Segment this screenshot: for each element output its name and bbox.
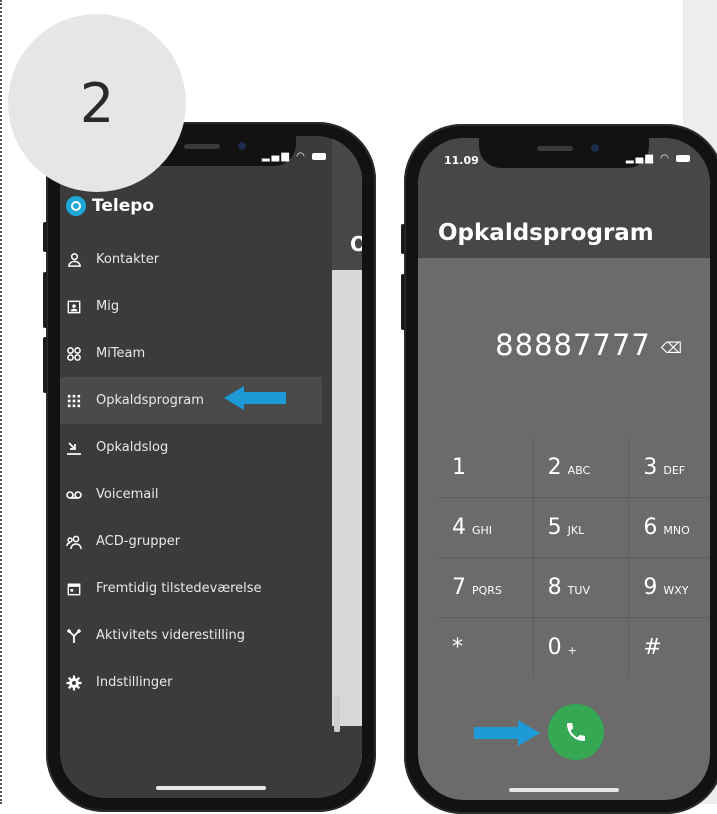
key-4[interactable]: 4 GHI [438, 498, 534, 557]
menu-item-aktivitets-viderestilling[interactable]: Aktivitets viderestilling [60, 612, 322, 659]
gear-icon [66, 675, 82, 691]
pointer-arrow-left-icon [224, 386, 286, 410]
app-behind-title: O [350, 232, 362, 256]
menu-item-acd-grupper[interactable]: ACD-grupper [60, 518, 322, 565]
logo-text: Telepo [92, 196, 155, 216]
telepo-logo: Telepo [66, 196, 154, 216]
drawer-menu: Kontakter Mig MiTeam Opkaldsprogram Opka… [60, 236, 322, 706]
menu-item-opkaldslog[interactable]: Opkaldslog [60, 424, 322, 471]
menu-label: Indstillinger [96, 675, 173, 690]
key-0[interactable]: 0 + [534, 618, 630, 677]
keypad-icon [66, 393, 82, 409]
dialed-number-display: 88887777 ⌫ [418, 328, 710, 362]
volume-down-button [43, 337, 47, 393]
page-dotted-border [0, 0, 2, 804]
menu-item-voicemail[interactable]: Voicemail [60, 471, 322, 518]
dial-keypad: 1 2 ABC 3 DEF 4 GHI 5 JKL 6 MNO 7 PQRS 8 TUV 9W… [438, 438, 710, 677]
left-phone: O ▂▄▆ ◠ Telepo Kontakter Mig MiTeam Opka… [43, 122, 376, 812]
calendar-icon [66, 581, 82, 597]
id-card-icon [66, 299, 82, 315]
key-2[interactable]: 2 ABC [534, 438, 630, 497]
voicemail-icon [66, 487, 82, 503]
status-icons: ▂▄▆ ◠ [626, 153, 690, 164]
right-phone: Opkaldsprogram 11.09 ▂▄▆ ◠ 88887777 ⌫ 1 … [401, 124, 717, 814]
menu-label: Mig [96, 299, 120, 314]
step-badge: 2 [8, 14, 186, 192]
key-8[interactable]: 8 TUV [534, 558, 630, 617]
volume-up-button [43, 272, 47, 328]
page-title: Opkaldsprogram [438, 220, 654, 246]
phone-notch [479, 138, 649, 168]
app-behind-footer [332, 726, 362, 798]
phone-icon [567, 723, 585, 741]
forward-icon [66, 628, 82, 644]
menu-label: ACD-grupper [96, 534, 181, 549]
menu-item-miteam[interactable]: MiTeam [60, 330, 322, 377]
menu-label: Opkaldslog [96, 440, 169, 455]
backspace-icon[interactable]: ⌫ [661, 339, 682, 362]
telepo-logo-icon [66, 196, 86, 216]
call-log-icon [66, 440, 82, 456]
key-7[interactable]: 7 PQRS [438, 558, 534, 617]
status-time: 11.09 [444, 154, 479, 167]
status-icons: ▂▄▆ ◠ [262, 151, 326, 162]
step-number: 2 [79, 71, 115, 135]
mute-switch [401, 224, 405, 254]
key-5[interactable]: 5 JKL [534, 498, 630, 557]
key-9[interactable]: 9 WXY [629, 558, 710, 617]
menu-label: Fremtidig tilstedeværelse [96, 581, 262, 596]
menu-item-mig[interactable]: Mig [60, 283, 322, 330]
dialed-number: 88887777 [495, 328, 651, 362]
menu-item-indstillinger[interactable]: Indstillinger [60, 659, 322, 706]
call-button[interactable] [548, 704, 604, 760]
person-icon [66, 252, 82, 268]
group-icon [66, 534, 82, 550]
mute-switch [43, 222, 47, 252]
key-1[interactable]: 1 [438, 438, 534, 497]
left-phone-screen: O ▂▄▆ ◠ Telepo Kontakter Mig MiTeam Opka… [60, 136, 362, 798]
navigation-drawer: Telepo Kontakter Mig MiTeam Opkaldsprogr… [60, 136, 322, 798]
menu-label: Kontakter [96, 252, 160, 267]
key-star[interactable]: * [438, 618, 534, 677]
home-indicator [156, 786, 266, 790]
volume-up-button [401, 274, 405, 330]
menu-item-kontakter[interactable]: Kontakter [60, 236, 322, 283]
menu-label: Voicemail [96, 487, 159, 502]
menu-item-fremtidig-tilstedevaerelse[interactable]: Fremtidig tilstedeværelse [60, 565, 322, 612]
menu-label: MiTeam [96, 346, 146, 361]
menu-label: Aktivitets viderestilling [96, 628, 245, 643]
team-icon [66, 346, 82, 362]
home-indicator [509, 788, 619, 792]
key-6[interactable]: 6 MNO [629, 498, 710, 557]
key-3[interactable]: 3 DEF [629, 438, 710, 497]
key-hash[interactable]: # [629, 618, 710, 677]
menu-label: Opkaldsprogram [96, 393, 204, 408]
scrollbar[interactable] [334, 696, 340, 732]
right-phone-screen: Opkaldsprogram 11.09 ▂▄▆ ◠ 88887777 ⌫ 1 … [418, 138, 710, 800]
pointer-arrow-right-icon [474, 720, 540, 746]
